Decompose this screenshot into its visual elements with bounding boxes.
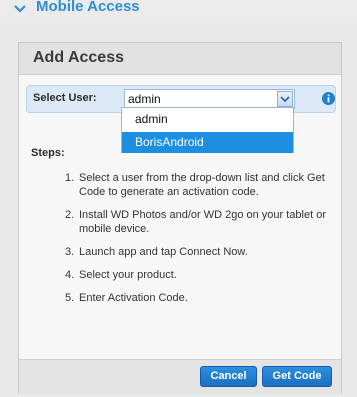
chevron-down-icon — [280, 96, 290, 103]
section-title: Mobile Access — [36, 0, 140, 15]
info-icon[interactable] — [322, 92, 335, 105]
cancel-button[interactable]: Cancel — [200, 366, 257, 387]
step-item: 2. Install WD Photos and/or WD 2go on yo… — [65, 208, 330, 236]
dialog-title-bar: Add Access — [19, 43, 341, 75]
step-number: 5. — [65, 292, 75, 304]
steps-label: Steps: — [31, 147, 65, 159]
dialog-title: Add Access — [33, 49, 124, 66]
select-user-value: admin — [128, 92, 161, 106]
dialog-footer: Cancel Get Code — [19, 359, 341, 394]
step-item: 1. Select a user from the drop-down list… — [65, 171, 330, 199]
section-header[interactable]: Mobile Access — [0, 0, 357, 22]
step-item: 3. Launch app and tap Connect Now. — [65, 245, 330, 259]
step-number: 1. — [65, 172, 75, 184]
user-options-list: admin BorisAndroid — [121, 107, 294, 153]
select-user-dropdown[interactable]: admin — [124, 89, 295, 109]
step-text: Select a user from the drop-down list an… — [79, 172, 325, 198]
chevron-down-icon[interactable] — [13, 2, 27, 16]
select-user-label: Select User: — [33, 92, 97, 104]
steps-list: 1. Select a user from the drop-down list… — [65, 171, 330, 314]
option-admin[interactable]: admin — [122, 109, 293, 130]
dropdown-arrow-button[interactable] — [277, 91, 293, 107]
option-borisandroid[interactable]: BorisAndroid — [122, 132, 293, 153]
step-text: Select your product. — [79, 269, 177, 281]
step-number: 2. — [65, 209, 75, 221]
step-text: Launch app and tap Connect Now. — [79, 246, 248, 258]
step-number: 3. — [65, 246, 75, 258]
add-access-dialog: Add Access Select User: admin Steps: 1. … — [18, 42, 342, 394]
step-item: 5. Enter Activation Code. — [65, 291, 330, 305]
get-code-button[interactable]: Get Code — [262, 366, 332, 387]
step-text: Install WD Photos and/or WD 2go on your … — [79, 209, 327, 235]
step-item: 4. Select your product. — [65, 268, 330, 282]
step-number: 4. — [65, 269, 75, 281]
step-text: Enter Activation Code. — [79, 292, 188, 304]
